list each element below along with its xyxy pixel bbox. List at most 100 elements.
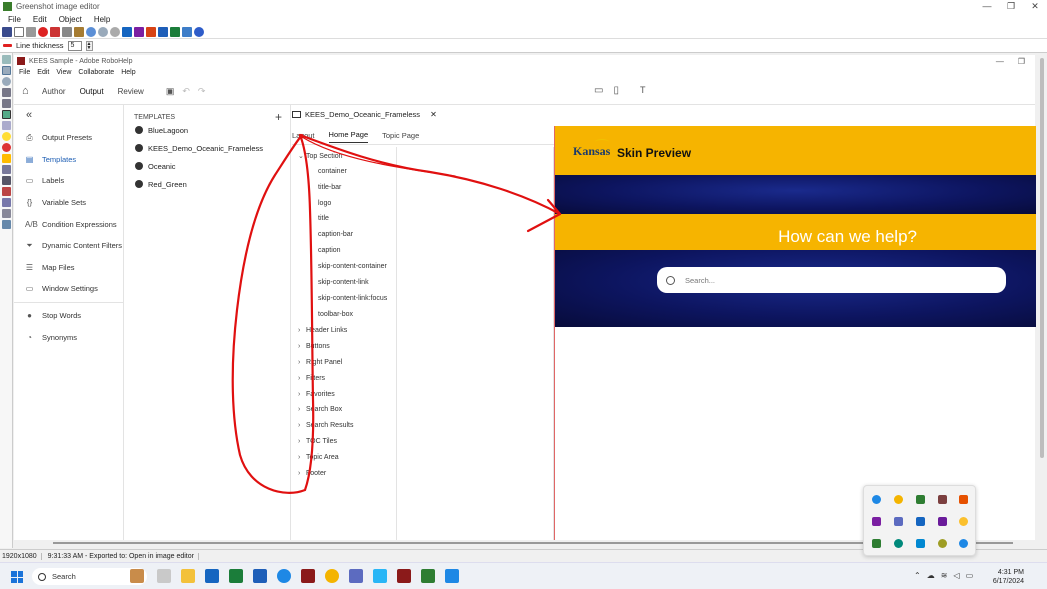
ellipse-tool-icon[interactable]	[2, 77, 11, 86]
teams-classic-icon[interactable]	[938, 517, 947, 526]
sidebar-item-synonyms[interactable]: ◔ Synonyms	[14, 326, 123, 348]
grayscale-tool-icon[interactable]	[2, 220, 11, 229]
tree-item[interactable]: logo	[318, 200, 331, 207]
sidebar-item-window-settings[interactable]: ▭ Window Settings	[14, 278, 123, 300]
onenote-icon[interactable]	[872, 517, 881, 526]
tree-group[interactable]: › Filters	[298, 375, 325, 382]
line-thickness-input[interactable]: 5	[67, 40, 82, 51]
wifi-icon[interactable]: ≋	[941, 571, 948, 580]
sidebar-item-map-files[interactable]: ☰ Map Files	[14, 257, 123, 279]
line-color-icon[interactable]	[3, 44, 12, 47]
tab-author[interactable]: Author	[42, 83, 66, 100]
tree-group[interactable]: › Header Links	[298, 327, 347, 334]
undo-icon[interactable]: ↶	[182, 86, 190, 97]
subtab-home-page[interactable]: Home Page	[328, 127, 369, 143]
battery-icon[interactable]: ▭	[966, 571, 974, 580]
vertical-scrollbar[interactable]	[1037, 53, 1047, 545]
image-icon[interactable]	[182, 26, 192, 37]
mobile-preview-icon[interactable]: ▯	[613, 85, 619, 96]
line-tool-icon[interactable]	[2, 88, 11, 97]
stop-icon[interactable]	[38, 26, 48, 37]
chevron-up-icon[interactable]: ⌃	[914, 571, 921, 580]
menu-file[interactable]: File	[8, 15, 21, 24]
maximize-button[interactable]: ❐	[999, 1, 1023, 12]
tree-group[interactable]: › Search Results	[298, 422, 353, 429]
tab-review[interactable]: Review	[118, 83, 144, 100]
status-icon[interactable]	[959, 517, 968, 526]
obfuscate-tool-icon[interactable]	[2, 165, 11, 174]
undo-icon[interactable]	[86, 26, 96, 37]
minimize-button[interactable]: —	[975, 1, 999, 12]
sidebar-item-stop-words[interactable]: ● Stop Words	[14, 305, 123, 327]
outlook-icon[interactable]	[205, 569, 219, 583]
location-icon[interactable]	[938, 539, 947, 548]
tree-item[interactable]: skip-content-link:focus	[318, 295, 387, 302]
preview-search-input[interactable]: Search...	[657, 267, 1006, 293]
file-explorer-icon[interactable]	[181, 569, 195, 583]
scrollbar-thumb[interactable]	[1040, 58, 1044, 458]
cursor-tool-icon[interactable]	[2, 55, 11, 64]
tree-group[interactable]: › TOC Tiles	[298, 438, 337, 445]
teams-icon[interactable]	[349, 569, 363, 583]
tree-item[interactable]: title	[318, 215, 329, 222]
counter-tool-icon[interactable]	[2, 143, 11, 152]
rh-minimize-button[interactable]: —	[996, 57, 1004, 66]
effects-tool-icon[interactable]	[2, 187, 11, 196]
greenshot-icon[interactable]	[421, 569, 435, 583]
outlook-icon[interactable]	[122, 26, 132, 37]
settings-icon[interactable]	[110, 26, 120, 37]
bluetooth-icon[interactable]	[959, 539, 968, 548]
add-template-button[interactable]: +	[275, 111, 282, 123]
save-icon[interactable]	[2, 26, 12, 37]
speechbubble-tool-icon[interactable]	[2, 132, 11, 141]
arrow-tool-icon[interactable]	[2, 99, 11, 108]
chrome-icon[interactable]	[894, 495, 903, 504]
freehand-tool-icon[interactable]	[2, 110, 11, 119]
tree-item[interactable]: caption	[318, 247, 341, 254]
tree-item[interactable]: container	[318, 168, 347, 175]
tab-output[interactable]: Output	[80, 83, 104, 100]
cloud-icon[interactable]: ☁	[927, 571, 935, 580]
text-format-icon[interactable]: T	[640, 85, 646, 95]
desktop-preview-icon[interactable]: ▭	[594, 85, 603, 96]
tree-group[interactable]: › Topic Area	[298, 454, 339, 461]
excel-icon[interactable]	[229, 569, 243, 583]
crop-tool-icon[interactable]	[2, 176, 11, 185]
defender-icon[interactable]	[916, 495, 925, 504]
powerpoint-icon[interactable]	[146, 26, 156, 37]
template-item[interactable]: Oceanic	[125, 157, 290, 175]
rh-menu-collaborate[interactable]: Collaborate	[78, 69, 114, 76]
rectangle-tool-icon[interactable]	[2, 66, 11, 75]
tree-item[interactable]: title-bar	[318, 184, 341, 191]
notepad-icon[interactable]	[445, 569, 459, 583]
menu-edit[interactable]: Edit	[33, 15, 47, 24]
greenshot-tray-icon[interactable]	[872, 539, 881, 548]
sidebar-item-labels[interactable]: ▭ Labels	[14, 170, 123, 192]
tree-group[interactable]: › Buttons	[298, 343, 330, 350]
redo-icon[interactable]: ↷	[198, 86, 206, 97]
document-tab[interactable]: KEES_Demo_Oceanic_Frameless ✕	[292, 110, 437, 119]
tree-group[interactable]: › Right Panel	[298, 359, 342, 366]
text-tool-icon[interactable]	[2, 121, 11, 130]
tree-item[interactable]: skip-content-container	[318, 263, 387, 270]
help-icon[interactable]	[194, 26, 204, 37]
outlook-icon[interactable]	[916, 517, 925, 526]
template-item[interactable]: KEES_Demo_Oceanic_Frameless	[125, 139, 290, 157]
menu-object[interactable]: Object	[59, 15, 82, 24]
paste-icon[interactable]	[74, 26, 84, 37]
volume-icon[interactable]: ◁	[953, 571, 959, 580]
collapse-sidebar-icon[interactable]: «	[26, 109, 123, 121]
chrome-icon[interactable]	[325, 569, 339, 583]
tree-group[interactable]: › Search Box	[298, 406, 342, 413]
rh-menu-file[interactable]: File	[19, 69, 30, 76]
app-tray-icon[interactable]	[938, 495, 947, 504]
save-icon[interactable]: ▣	[166, 86, 175, 97]
print-icon[interactable]	[26, 26, 36, 37]
tree-group[interactable]: › Footer	[298, 470, 326, 477]
tree-item[interactable]: caption-bar	[318, 231, 353, 238]
start-button[interactable]	[11, 571, 23, 583]
task-view-icon[interactable]	[157, 569, 171, 583]
tree-group[interactable]: › Favorites	[298, 391, 335, 398]
subtab-layout[interactable]: Layout	[292, 128, 315, 143]
taskbar-clock[interactable]: 4:31 PM 6/17/2024	[990, 568, 1024, 586]
